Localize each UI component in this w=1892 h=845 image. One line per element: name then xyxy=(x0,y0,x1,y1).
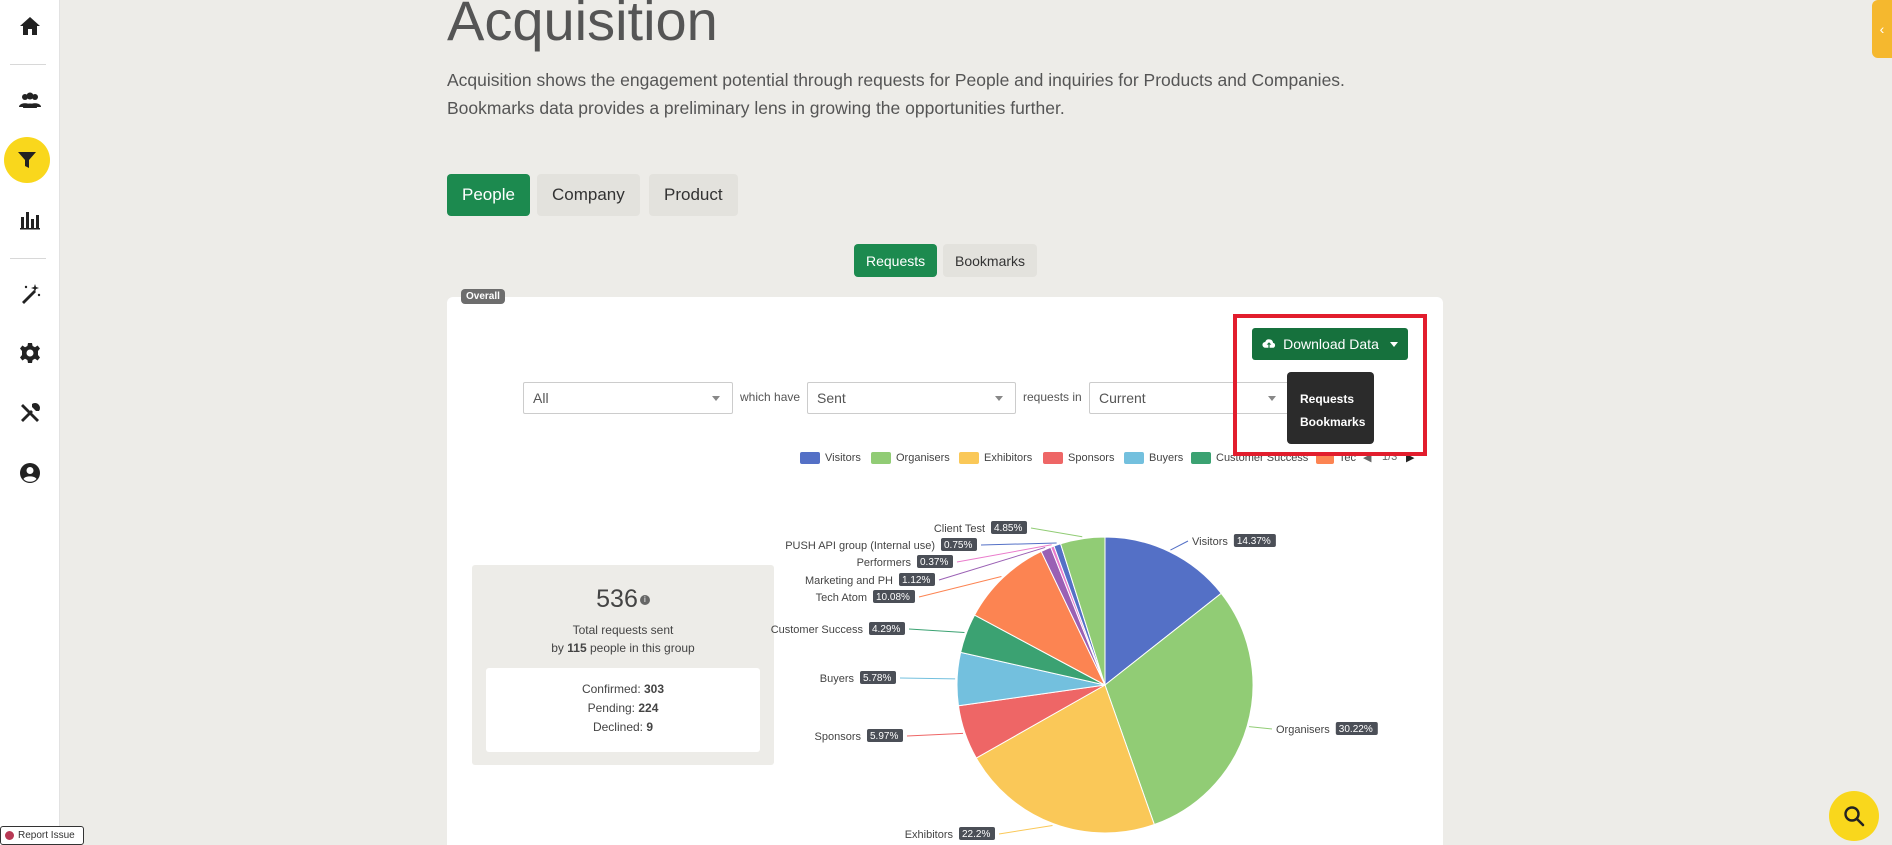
page-description: Acquisition shows the engagement potenti… xyxy=(447,66,1407,122)
confirmed-label: Confirmed: xyxy=(581,682,641,696)
legend-item-tec[interactable]: Tec xyxy=(1316,451,1356,465)
bar-chart-icon[interactable] xyxy=(10,200,50,240)
download-data-label: Download Data xyxy=(1283,336,1379,352)
period-select-value: Current xyxy=(1099,390,1146,406)
legend-item-visitors[interactable]: Visitors xyxy=(800,451,861,465)
legend-prev-icon[interactable]: ◀ xyxy=(1363,451,1371,464)
legend-swatch xyxy=(1316,452,1334,464)
overall-badge: Overall xyxy=(461,289,505,304)
tab-people[interactable]: People xyxy=(447,174,530,216)
requests-in-label: requests in xyxy=(1023,390,1082,404)
legend-swatch xyxy=(1043,452,1063,464)
legend-item-sponsors[interactable]: Sponsors xyxy=(1043,451,1114,465)
tab-company[interactable]: Company xyxy=(537,174,640,216)
legend-label: Customer Success xyxy=(1216,452,1309,464)
legend-label: Tec xyxy=(1338,452,1356,464)
download-dropdown-menu: Requests Bookmarks xyxy=(1287,372,1374,444)
pending-value: 224 xyxy=(638,701,659,715)
sidebar-divider xyxy=(10,258,46,259)
legend-swatch xyxy=(871,452,891,464)
chevron-down-icon xyxy=(1268,396,1276,401)
caption-by: by xyxy=(551,641,564,655)
chevron-down-icon xyxy=(995,396,1003,401)
download-bookmarks-item[interactable]: Bookmarks xyxy=(1287,411,1374,434)
legend-item-buyers[interactable]: Buyers xyxy=(1124,451,1183,465)
download-requests-item[interactable]: Requests xyxy=(1287,388,1374,411)
legend-label: Organisers xyxy=(896,452,950,464)
search-button[interactable] xyxy=(1829,791,1879,841)
legend-label: Visitors xyxy=(825,452,861,464)
legend-swatch xyxy=(1124,452,1144,464)
subtab-requests[interactable]: Requests xyxy=(854,244,938,277)
status-breakdown: Confirmed: 303 Pending: 224 Declined: 9 xyxy=(486,668,760,752)
period-select[interactable]: Current xyxy=(1089,382,1289,414)
legend-page-indicator: 1/3 xyxy=(1382,451,1398,463)
total-requests: 536 i xyxy=(472,585,774,614)
subtab-bookmarks[interactable]: Bookmarks xyxy=(943,244,1038,277)
legend-item-customer-success[interactable]: Customer Success xyxy=(1191,451,1308,465)
legend-label: Exhibitors xyxy=(984,452,1033,464)
legend-item-organisers[interactable]: Organisers xyxy=(871,451,950,465)
cloud-download-icon xyxy=(1262,339,1276,348)
report-issue-button[interactable]: Report Issue xyxy=(0,826,84,845)
search-icon xyxy=(1844,806,1865,827)
tab-product[interactable]: Product xyxy=(649,174,738,216)
home-icon[interactable] xyxy=(10,6,50,46)
page-title: Acquisition xyxy=(447,0,718,52)
caption-suffix: people in this group xyxy=(589,641,695,655)
description-line-2: Bookmarks data provides a preliminary le… xyxy=(447,98,1065,118)
legend-label: Sponsors xyxy=(1068,452,1115,464)
download-data-button[interactable]: Download Data xyxy=(1252,328,1408,360)
gear-icon[interactable] xyxy=(10,333,50,373)
stats-panel: 536 i Total requests sent by 115 people i… xyxy=(472,565,774,765)
legend-swatch xyxy=(800,452,820,464)
legend-swatch xyxy=(1191,452,1211,464)
total-requests-value: 536 xyxy=(596,585,638,613)
user-circle-icon[interactable] xyxy=(10,453,50,493)
chevron-left-icon: ‹ xyxy=(1879,21,1885,37)
bug-icon xyxy=(5,831,14,840)
group-select[interactable]: All xyxy=(523,382,733,414)
magic-wand-icon[interactable] xyxy=(10,274,50,314)
caret-down-icon xyxy=(1389,341,1398,347)
info-icon[interactable]: i xyxy=(639,595,650,606)
pending-row: Pending: 224 xyxy=(486,699,760,718)
declined-label: Declined: xyxy=(592,720,643,734)
which-have-label: which have xyxy=(740,390,801,404)
pending-label: Pending: xyxy=(587,701,635,715)
group-select-value: All xyxy=(533,390,549,406)
description-line-1: Acquisition shows the engagement potenti… xyxy=(447,70,1345,90)
stats-caption-line1: Total requests sent xyxy=(572,623,674,637)
legend-item-exhibitors[interactable]: Exhibitors xyxy=(959,451,1032,465)
declined-value: 9 xyxy=(646,720,654,734)
collapse-panel-tab[interactable]: ‹ xyxy=(1872,0,1892,58)
declined-row: Declined: 9 xyxy=(486,718,760,737)
stats-caption-line2: by 115 people in this group xyxy=(472,639,774,657)
sidebar-divider xyxy=(10,64,46,65)
stats-caption: Total requests sent by 115 people in thi… xyxy=(472,621,774,657)
status-select-value: Sent xyxy=(817,390,846,406)
report-issue-label: Report Issue xyxy=(18,830,75,841)
chevron-down-icon xyxy=(712,396,720,401)
tools-icon[interactable] xyxy=(10,393,50,433)
legend-label: Buyers xyxy=(1149,452,1184,464)
status-select[interactable]: Sent xyxy=(807,382,1016,414)
legend-next-icon[interactable]: ▶ xyxy=(1406,451,1414,464)
confirmed-row: Confirmed: 303 xyxy=(486,680,760,699)
filter-icon[interactable] xyxy=(4,137,50,183)
confirmed-value: 303 xyxy=(644,682,665,696)
legend-swatch xyxy=(959,452,979,464)
users-icon[interactable] xyxy=(10,80,50,120)
sidebar xyxy=(0,0,60,845)
people-count: 115 xyxy=(567,641,587,655)
